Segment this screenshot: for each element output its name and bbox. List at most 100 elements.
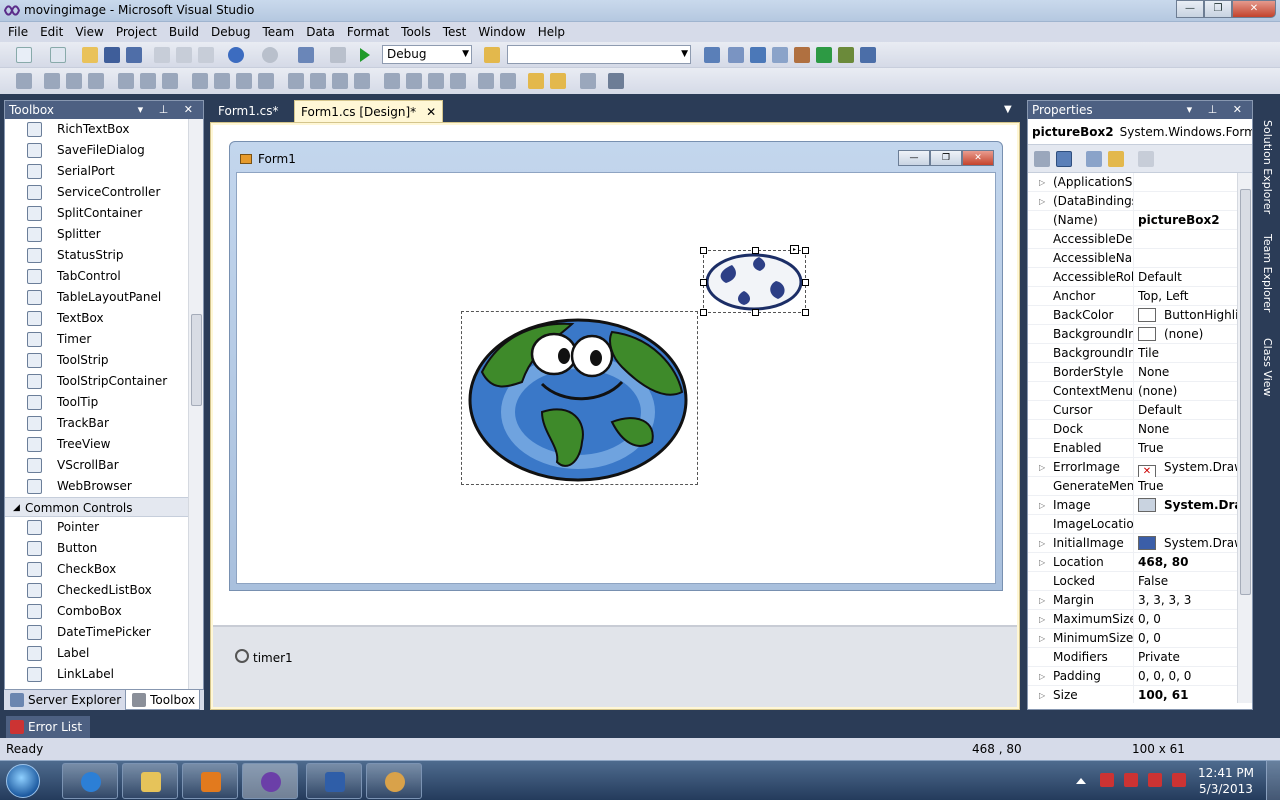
- tab-toolbox[interactable]: Toolbox: [125, 690, 201, 710]
- toolbox-item-richtextbox[interactable]: RichTextBox: [5, 119, 189, 140]
- property-value[interactable]: (none): [1138, 325, 1238, 344]
- property-row[interactable]: BorderStyle None: [1028, 363, 1238, 382]
- menu-format[interactable]: Format: [341, 22, 395, 42]
- taskbar-internet-explorer[interactable]: [62, 763, 118, 799]
- toolbox-icon[interactable]: [772, 47, 788, 63]
- menu-help[interactable]: Help: [532, 22, 571, 42]
- find-in-files-icon[interactable]: [484, 47, 500, 63]
- remove-vertical-spacing-icon[interactable]: [450, 73, 466, 89]
- resize-handle-ne[interactable]: [802, 247, 809, 254]
- lock-controls-icon[interactable]: [608, 73, 624, 89]
- properties-icon[interactable]: [728, 47, 744, 63]
- property-value[interactable]: [1138, 173, 1238, 192]
- minimize-button[interactable]: —: [1176, 0, 1204, 18]
- property-value[interactable]: Default: [1138, 401, 1238, 420]
- network-icon[interactable]: [1148, 773, 1162, 787]
- resize-handle-se[interactable]: [802, 309, 809, 316]
- property-row[interactable]: BackColor ButtonHighlig: [1028, 306, 1238, 325]
- property-row[interactable]: ImageLocation: [1028, 515, 1238, 534]
- property-value[interactable]: True: [1138, 439, 1238, 458]
- property-value[interactable]: False: [1138, 572, 1238, 591]
- menu-team[interactable]: Team: [256, 22, 300, 42]
- menu-tools[interactable]: Tools: [395, 22, 437, 42]
- toolbox-item-serialport[interactable]: SerialPort: [5, 161, 189, 182]
- property-row[interactable]: AccessibleNam: [1028, 249, 1238, 268]
- toolbox-item-combobox[interactable]: ComboBox: [5, 601, 189, 622]
- menu-data[interactable]: Data: [300, 22, 341, 42]
- property-value[interactable]: 468, 80: [1138, 553, 1238, 572]
- send-to-back-icon[interactable]: [550, 73, 566, 89]
- horizontal-spacing-icon[interactable]: [288, 73, 304, 89]
- property-row[interactable]: Dock None: [1028, 420, 1238, 439]
- toolbox-item-linklabel[interactable]: LinkLabel: [5, 664, 189, 685]
- menu-debug[interactable]: Debug: [205, 22, 256, 42]
- increase-horizontal-spacing-icon[interactable]: [310, 73, 326, 89]
- tools-icon[interactable]: [794, 47, 810, 63]
- show-hidden-icons-icon[interactable]: [1076, 778, 1086, 784]
- picturebox2-selected[interactable]: ▸: [700, 245, 809, 316]
- property-value[interactable]: 3, 3, 3, 3: [1138, 591, 1238, 610]
- expand-icon[interactable]: ▷: [1039, 686, 1045, 703]
- form1-window[interactable]: Form1 — ❐ ✕ ▸: [229, 141, 1003, 591]
- find-combo[interactable]: ▼: [507, 45, 691, 64]
- expand-icon[interactable]: ▷: [1039, 629, 1045, 648]
- toolbox-item-splitcontainer[interactable]: SplitContainer: [5, 203, 189, 224]
- design-surface[interactable]: Form1 — ❐ ✕ ▸: [213, 125, 1017, 625]
- property-row[interactable]: ▷ Size 100, 61: [1028, 686, 1238, 703]
- property-row[interactable]: ▷ Margin 3, 3, 3, 3: [1028, 591, 1238, 610]
- power-icon[interactable]: [1124, 773, 1138, 787]
- property-row[interactable]: ▷ MaximumSize 0, 0: [1028, 610, 1238, 629]
- property-row[interactable]: AccessibleDesc: [1028, 230, 1238, 249]
- resize-handle-s[interactable]: [752, 309, 759, 316]
- taskbar-file-explorer[interactable]: [122, 763, 178, 799]
- property-value[interactable]: ✕System.Drawi: [1138, 458, 1238, 477]
- expand-icon[interactable]: ▷: [1039, 192, 1045, 211]
- property-row[interactable]: ▷ InitialImageSystem.Drawi: [1028, 534, 1238, 553]
- property-row[interactable]: ContextMenuSt(none): [1028, 382, 1238, 401]
- alphabetical-icon[interactable]: [1056, 151, 1072, 167]
- picturebox1[interactable]: [461, 311, 698, 485]
- taskbar-media-player[interactable]: [182, 763, 238, 799]
- vertical-spacing-icon[interactable]: [384, 73, 400, 89]
- action-center-icon[interactable]: [1100, 773, 1114, 787]
- menu-build[interactable]: Build: [163, 22, 205, 42]
- panel-controls[interactable]: ▾ ⊥ ✕: [138, 101, 199, 119]
- expand-icon[interactable]: ▷: [1039, 610, 1045, 629]
- tab-class-view[interactable]: Class View: [1261, 338, 1274, 397]
- property-value[interactable]: 0, 0, 0, 0: [1138, 667, 1238, 686]
- panel-controls[interactable]: ▾ ⊥ ✕: [1187, 101, 1248, 119]
- align-lefts-icon[interactable]: [44, 73, 60, 89]
- align-tops-icon[interactable]: [118, 73, 134, 89]
- expand-icon[interactable]: ▷: [1039, 667, 1045, 686]
- remove-horizontal-spacing-icon[interactable]: [354, 73, 370, 89]
- property-value[interactable]: System.Draw: [1138, 496, 1238, 515]
- add-item-icon[interactable]: [50, 47, 66, 63]
- expand-icon[interactable]: ▷: [1039, 591, 1045, 610]
- properties-scrollbar[interactable]: [1237, 173, 1252, 703]
- menu-edit[interactable]: Edit: [34, 22, 69, 42]
- align-rights-icon[interactable]: [88, 73, 104, 89]
- toolbox-item-statusstrip[interactable]: StatusStrip: [5, 245, 189, 266]
- show-desktop-button[interactable]: [1266, 761, 1280, 800]
- tab-team-explorer[interactable]: Team Explorer: [1261, 234, 1274, 312]
- toolbox-item-timer[interactable]: Timer: [5, 329, 189, 350]
- bring-to-front-icon[interactable]: [528, 73, 544, 89]
- toolbox-item-pointer[interactable]: Pointer: [5, 517, 189, 538]
- property-value[interactable]: System.Drawi: [1138, 534, 1238, 553]
- cut-icon[interactable]: [154, 47, 170, 63]
- property-value[interactable]: Top, Left: [1138, 287, 1238, 306]
- resize-handle-n[interactable]: [752, 247, 759, 254]
- menu-project[interactable]: Project: [110, 22, 163, 42]
- property-value[interactable]: None: [1138, 420, 1238, 439]
- toolbox-group-common-controls[interactable]: ◢ Common Controls: [5, 497, 189, 517]
- property-row[interactable]: Cursor Default: [1028, 401, 1238, 420]
- resize-handle-w[interactable]: [700, 279, 707, 286]
- save-all-icon[interactable]: [126, 47, 142, 63]
- start-page-icon[interactable]: [816, 47, 832, 63]
- align-bottoms-icon[interactable]: [162, 73, 178, 89]
- toolbox-item-splitter[interactable]: Splitter: [5, 224, 189, 245]
- tab-solution-explorer[interactable]: Solution Explorer: [1261, 120, 1274, 214]
- solution-explorer-icon[interactable]: [704, 47, 720, 63]
- toolbox-item-checkbox[interactable]: CheckBox: [5, 559, 189, 580]
- increase-vertical-spacing-icon[interactable]: [406, 73, 422, 89]
